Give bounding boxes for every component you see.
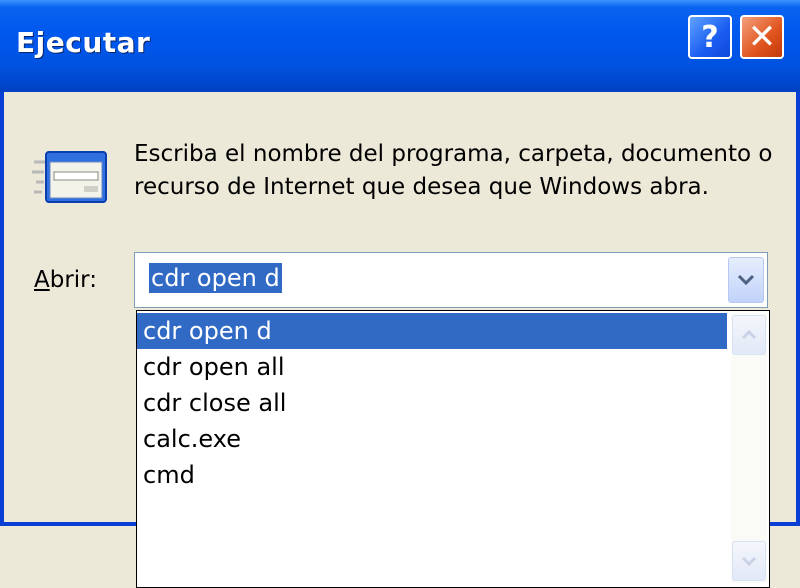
scroll-up-arrow-icon xyxy=(741,329,757,340)
open-label-accelerator: A xyxy=(34,267,50,293)
instructions-line-1: Escriba el nombre del programa, carpeta,… xyxy=(134,141,773,167)
history-dropdown-list: cdr open d cdr open all cdr close all ca… xyxy=(136,310,770,588)
scroll-down-arrow-icon xyxy=(741,556,757,567)
list-item[interactable]: cdr open d xyxy=(137,313,727,349)
instructions-line-2: recurso de Internet que desea que Window… xyxy=(134,174,709,200)
chevron-down-icon xyxy=(737,274,755,286)
close-button[interactable]: ✕ xyxy=(740,15,784,59)
scroll-down-button[interactable] xyxy=(732,541,766,581)
close-icon: ✕ xyxy=(747,17,777,57)
instructions-text: Escriba el nombre del programa, carpeta,… xyxy=(134,138,772,204)
open-label-text: brir: xyxy=(49,267,97,293)
title-bar[interactable]: Ejecutar ? ✕ xyxy=(0,0,800,92)
dropdown-button[interactable] xyxy=(728,257,764,303)
window-title: Ejecutar xyxy=(16,26,151,59)
list-scrollbar[interactable] xyxy=(731,313,767,583)
run-program-icon xyxy=(32,151,107,203)
open-label: Abrir: xyxy=(34,267,97,293)
run-dialog-window: Ejecutar ? ✕ Escriba el nombre del progr… xyxy=(0,0,800,588)
dialog-body: Escriba el nombre del programa, carpeta,… xyxy=(4,92,796,588)
scroll-up-button[interactable] xyxy=(732,315,766,355)
list-item[interactable]: cdr close all xyxy=(137,385,727,421)
open-input[interactable]: cdr open d xyxy=(149,263,282,293)
list-item[interactable]: cmd xyxy=(137,457,727,493)
list-item[interactable]: calc.exe xyxy=(137,421,727,457)
open-combobox[interactable]: cdr open d xyxy=(134,252,768,308)
help-button[interactable]: ? xyxy=(688,15,732,59)
list-item[interactable]: cdr open all xyxy=(137,349,727,385)
